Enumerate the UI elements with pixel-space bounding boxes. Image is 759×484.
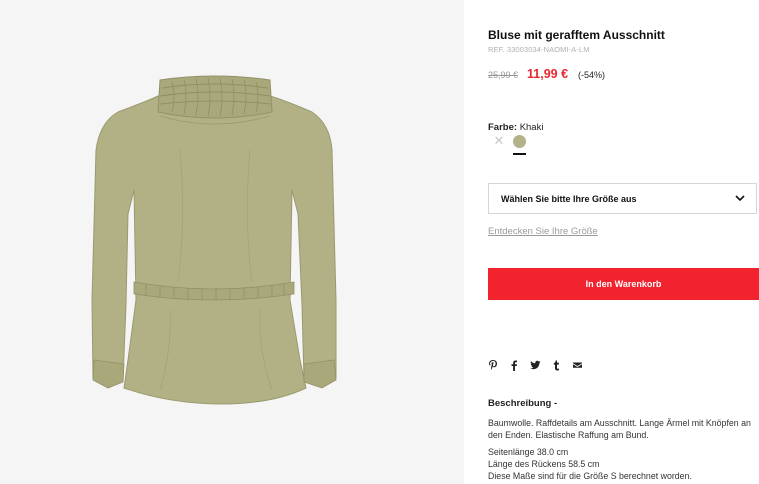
description-title: Beschreibung -	[488, 398, 558, 409]
pinterest-icon[interactable]	[488, 359, 498, 371]
twitter-icon[interactable]	[530, 359, 541, 371]
old-price: 25,99 €	[488, 70, 519, 80]
facebook-icon[interactable]	[509, 359, 519, 371]
size-guide-link[interactable]: Entdecken Sie Ihre Größe	[488, 226, 598, 237]
blouse-illustration	[91, 75, 337, 405]
email-icon[interactable]	[572, 359, 582, 371]
product-image[interactable]	[0, 0, 464, 484]
color-swatch-khaki[interactable]	[513, 135, 526, 148]
size-select-label: Wählen Sie bitte Ihre Größe aus	[501, 194, 637, 204]
description-body: Baumwolle. Raffdetails am Ausschnitt. La…	[488, 417, 758, 482]
size-select[interactable]: Wählen Sie bitte Ihre Größe aus	[488, 183, 757, 214]
close-x-icon[interactable]: ✕	[492, 134, 506, 148]
price-row: 25,99 € 11,99 € (-54%)	[488, 67, 605, 81]
chevron-down-icon	[735, 195, 745, 202]
description-line: Diese Maße sind für die Größe S berechne…	[488, 471, 692, 481]
color-value: Khaki	[519, 122, 544, 133]
product-title: Bluse mit gerafftem Ausschnitt	[488, 28, 665, 42]
color-label-row: Farbe: Khaki	[488, 122, 543, 133]
description-paragraph: Baumwolle. Raffdetails am Ausschnitt. La…	[488, 418, 751, 440]
add-to-cart-button[interactable]: In den Warenkorb	[488, 268, 759, 300]
product-reference: REF. 33003034-NAOMI-A-LM	[488, 45, 590, 54]
color-label: Farbe:	[488, 122, 518, 133]
description-line: Länge des Rückens 58.5 cm	[488, 459, 600, 469]
sale-price: 11,99 €	[527, 67, 569, 81]
share-icons	[488, 359, 593, 371]
description-line: Seitenlänge 38.0 cm	[488, 447, 569, 457]
discount-badge: (-54%)	[578, 70, 606, 80]
selected-swatch-indicator	[513, 153, 526, 155]
tumblr-icon[interactable]	[551, 359, 561, 371]
